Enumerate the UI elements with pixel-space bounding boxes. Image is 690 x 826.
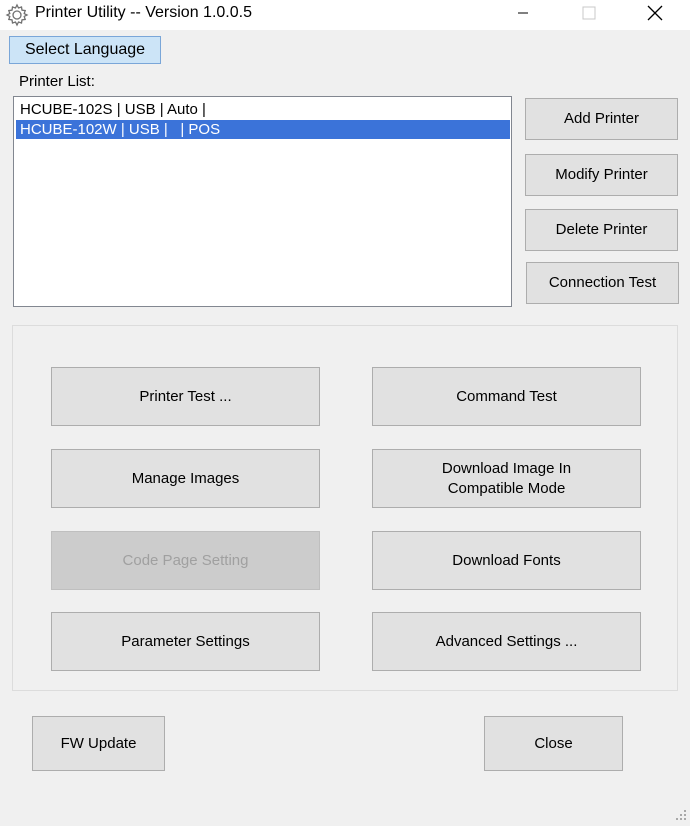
connection-test-button[interactable]: Connection Test — [526, 262, 679, 304]
minimize-button[interactable] — [500, 0, 546, 30]
printer-list-label: Printer List: — [19, 73, 95, 90]
fw-update-button[interactable]: FW Update — [32, 716, 165, 771]
printer-test-button[interactable]: Printer Test ... — [51, 367, 320, 426]
title-bar: Printer Utility -- Version 1.0.0.5 — [0, 0, 690, 30]
add-printer-button[interactable]: Add Printer — [525, 98, 678, 140]
maximize-button[interactable] — [566, 0, 612, 30]
delete-printer-button[interactable]: Delete Printer — [525, 209, 678, 251]
select-language-menu[interactable]: Select Language — [9, 36, 161, 64]
printer-list[interactable]: HCUBE-102S | USB | Auto | HCUBE-102W | U… — [13, 96, 512, 307]
advanced-settings-button[interactable]: Advanced Settings ... — [372, 612, 641, 671]
gear-icon — [5, 3, 29, 27]
close-window-button[interactable] — [632, 0, 678, 30]
minimize-icon — [517, 6, 529, 24]
download-image-compatible-button[interactable]: Download Image In Compatible Mode — [372, 449, 641, 508]
printer-list-item-selected[interactable]: HCUBE-102W | USB | | POS — [16, 120, 510, 139]
download-fonts-button[interactable]: Download Fonts — [372, 531, 641, 590]
parameter-settings-button[interactable]: Parameter Settings — [51, 612, 320, 671]
maximize-icon — [582, 6, 596, 25]
manage-images-button[interactable]: Manage Images — [51, 449, 320, 508]
window-title: Printer Utility -- Version 1.0.0.5 — [35, 4, 252, 21]
printer-list-item[interactable]: HCUBE-102S | USB | Auto | — [16, 100, 510, 119]
close-button[interactable]: Close — [484, 716, 623, 771]
command-test-button[interactable]: Command Test — [372, 367, 641, 426]
modify-printer-button[interactable]: Modify Printer — [525, 154, 678, 196]
resize-grip-icon[interactable] — [673, 807, 687, 821]
code-page-setting-button: Code Page Setting — [51, 531, 320, 590]
close-icon — [647, 5, 663, 26]
